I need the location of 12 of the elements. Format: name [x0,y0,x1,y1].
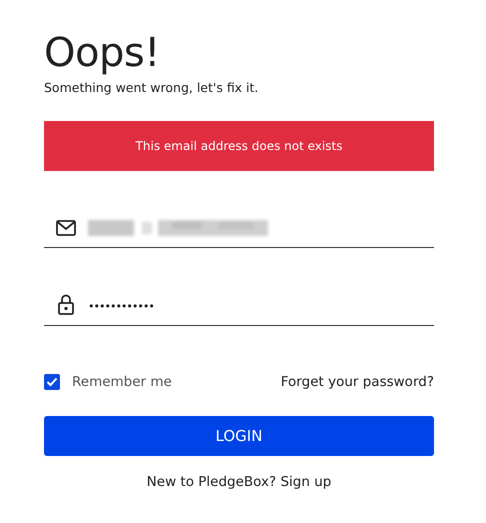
signup-link[interactable]: Sign up [280,474,332,490]
error-banner: This email address does not exists [44,121,434,171]
signup-prompt: New to PledgeBox? [146,474,276,490]
page-heading: Oops! [44,30,161,76]
checkbox[interactable] [44,374,60,390]
subheading: Something went wrong, let's fix it. [44,80,260,96]
login-button[interactable]: LOGIN [44,416,434,456]
password-field[interactable]: •••••••••••• [44,288,434,326]
forgot-password-link[interactable]: Forget your password? [280,374,434,390]
envelope-icon [56,220,76,236]
lock-icon [58,294,74,315]
remember-me-label: Remember me [72,374,172,390]
